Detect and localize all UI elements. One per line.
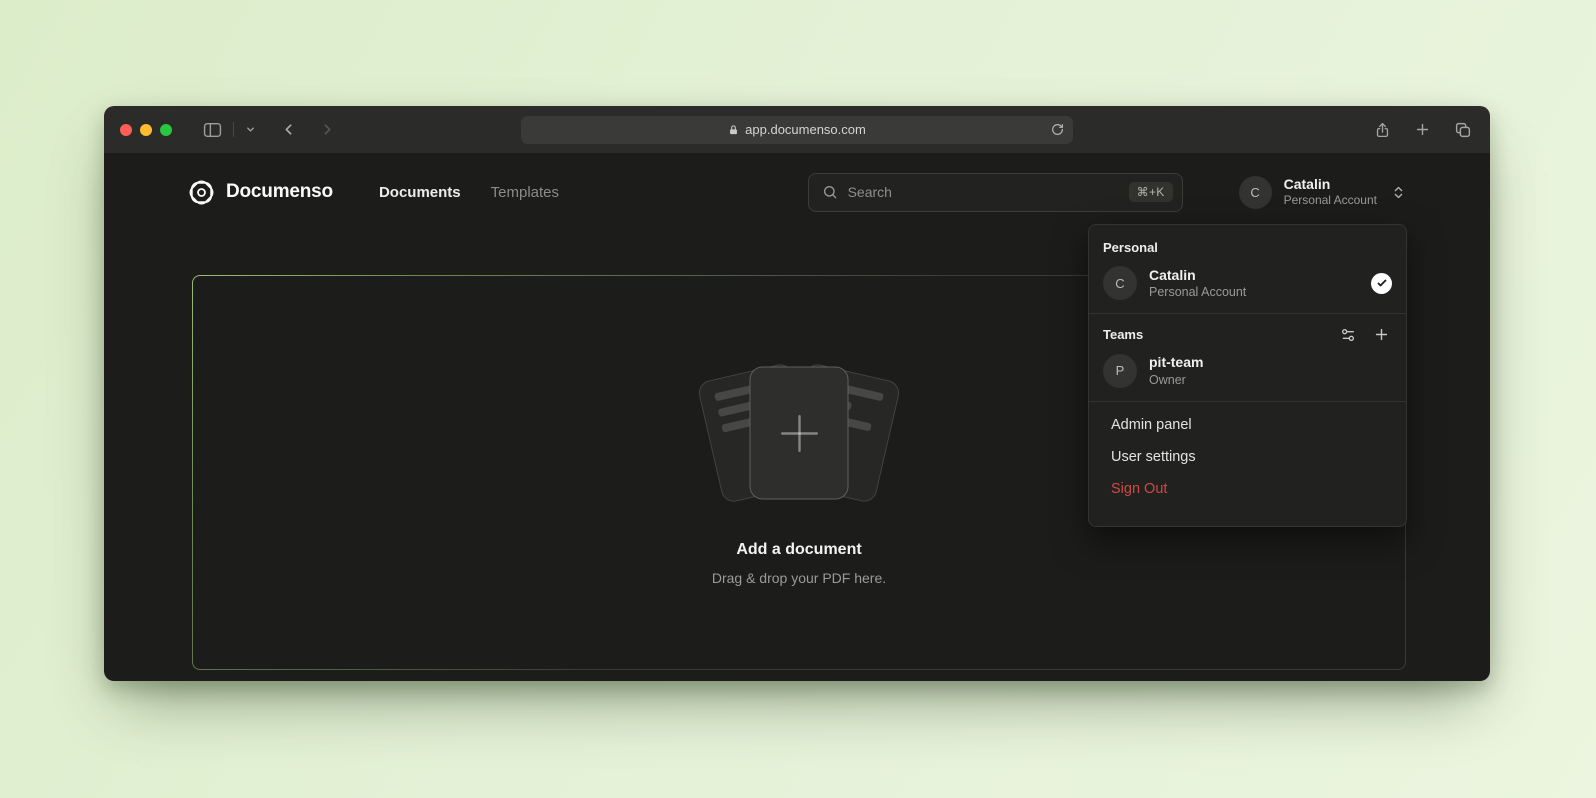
check-circle-icon [1371,273,1392,294]
personal-account-item[interactable]: C Catalin Personal Account [1089,260,1406,306]
plus-icon [773,407,825,459]
browser-toolbar: app.documenso.com [104,106,1490,153]
app-header: Documenso Documents Templates ⌘+K C Cata… [188,153,1406,231]
menu-item-user-settings[interactable]: User settings [1089,441,1406,473]
nav-templates[interactable]: Templates [491,184,559,201]
menu-item-sign-out[interactable]: Sign Out [1089,473,1406,505]
share-icon[interactable] [1374,121,1391,139]
navigation-controls [199,117,340,142]
documents-illustration [689,359,909,507]
manage-teams-icon[interactable] [1340,327,1356,343]
menu-item-admin-panel[interactable]: Admin panel [1089,409,1406,441]
brand[interactable]: Documenso [188,179,333,206]
add-team-icon[interactable] [1373,326,1390,343]
menu-divider [1089,401,1406,402]
toolbar-right-actions [1374,121,1472,139]
documenso-seal-icon [188,179,215,206]
address-text: app.documenso.com [745,122,866,137]
account-name: Catalin [1284,176,1377,194]
search-shortcut-badge: ⌘+K [1129,182,1173,202]
team-name: pit-team [1149,353,1203,371]
search-input[interactable] [848,184,1119,200]
main-nav: Documents Templates [379,184,559,201]
minimize-window-button[interactable] [140,124,152,136]
account-avatar: C [1239,176,1272,209]
dropzone-title: Add a document [736,541,861,559]
team-avatar: P [1103,354,1137,388]
account-subtitle: Personal Account [1284,193,1377,208]
app-page: Documenso Documents Templates ⌘+K C Cata… [104,153,1490,681]
nav-documents[interactable]: Documents [379,184,461,201]
search-icon [822,184,838,200]
personal-avatar: C [1103,266,1137,300]
personal-section-label: Personal [1089,232,1406,260]
back-button[interactable] [276,117,301,142]
forward-button[interactable] [315,117,340,142]
account-menu-button[interactable]: C Catalin Personal Account [1239,176,1406,209]
team-item[interactable]: P pit-team Owner [1089,347,1406,393]
brand-name: Documenso [226,181,333,203]
zoom-window-button[interactable] [160,124,172,136]
team-role: Owner [1149,372,1203,388]
personal-name: Catalin [1149,266,1246,284]
close-window-button[interactable] [120,124,132,136]
reload-icon[interactable] [1051,123,1064,136]
lock-icon [728,124,739,136]
window-controls [104,124,172,136]
new-tab-icon[interactable] [1414,121,1431,139]
sidebar-options-chevron-icon[interactable] [241,120,260,139]
browser-window: app.documenso.com Documenso [104,106,1490,681]
sidebar-toggle-icon[interactable] [199,118,226,142]
dropzone-subtitle: Drag & drop your PDF here. [712,570,886,586]
menu-divider [1089,313,1406,314]
teams-actions [1340,326,1390,343]
teams-section-label: Teams [1103,327,1143,342]
toolbar-divider [233,122,234,137]
teams-section-header: Teams [1089,321,1406,347]
address-bar[interactable]: app.documenso.com [521,116,1073,144]
personal-subtitle: Personal Account [1149,284,1246,300]
search-box[interactable]: ⌘+K [808,173,1183,212]
tab-overview-icon[interactable] [1454,121,1472,139]
chevrons-up-down-icon [1391,185,1406,200]
document-card-add [750,367,849,500]
account-dropdown-menu: Personal C Catalin Personal Account Team… [1088,224,1407,527]
